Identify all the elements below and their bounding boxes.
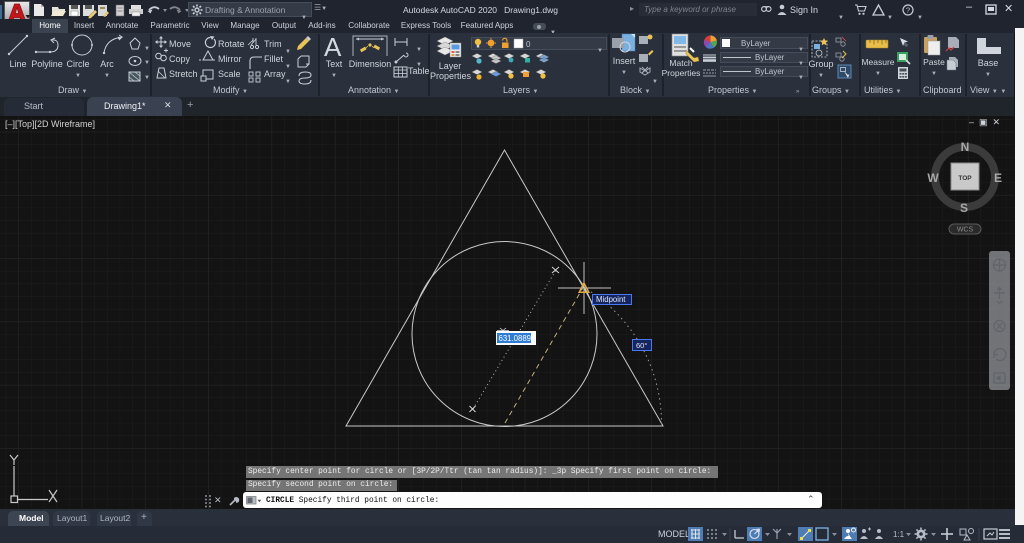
svg-text:S: S <box>960 201 968 215</box>
svg-text:W: W <box>927 171 939 185</box>
svg-text:N: N <box>961 140 970 154</box>
svg-text:E: E <box>994 171 1002 185</box>
svg-text:WCS: WCS <box>957 227 974 234</box>
svg-text:TOP: TOP <box>958 175 972 182</box>
svg-text:1:1: 1:1 <box>893 530 905 539</box>
